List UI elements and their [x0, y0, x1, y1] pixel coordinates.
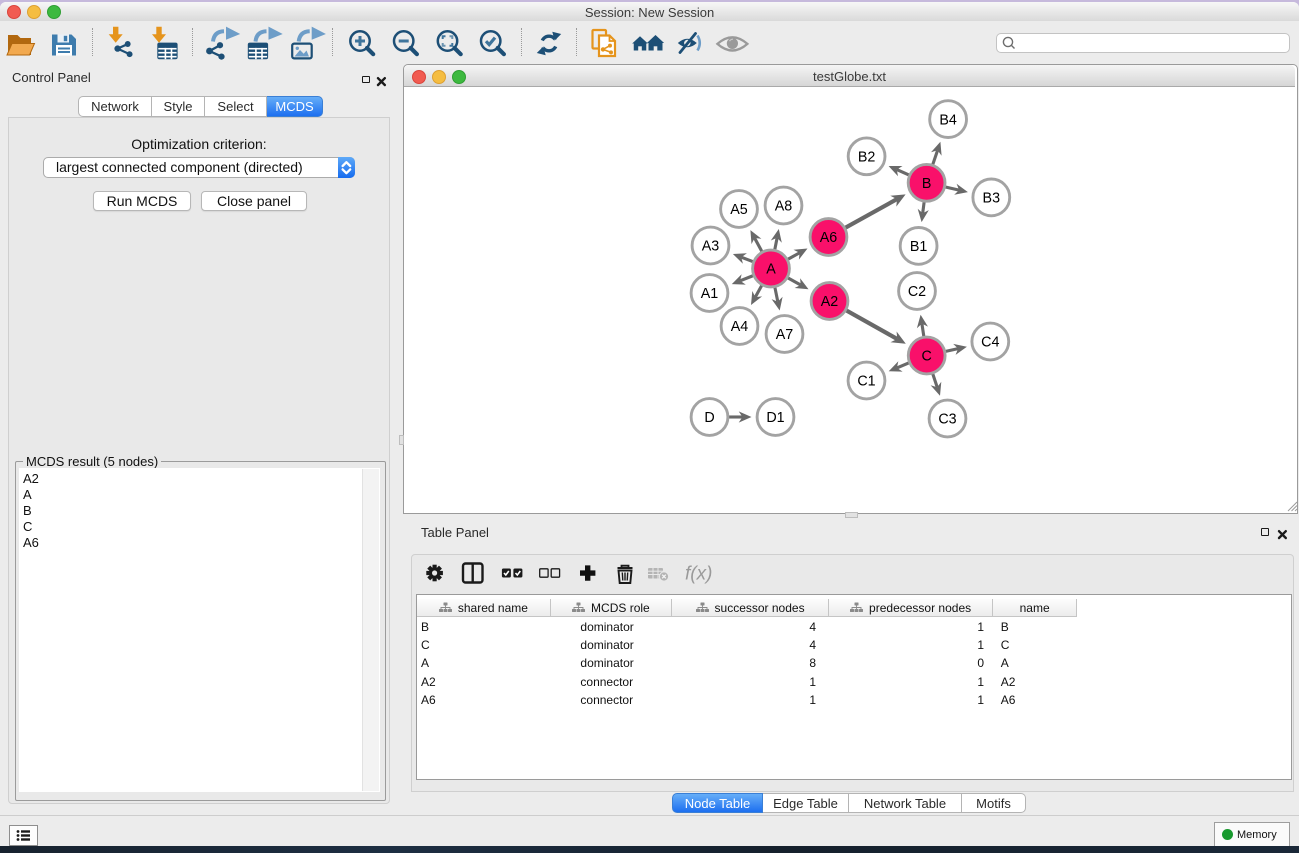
svg-text:A2: A2: [821, 294, 839, 310]
svg-text:D1: D1: [766, 410, 784, 426]
svg-text:B2: B2: [858, 150, 876, 166]
svg-text:C: C: [922, 349, 932, 365]
svg-text:A7: A7: [776, 327, 794, 343]
svg-text:A6: A6: [820, 230, 838, 246]
svg-text:A5: A5: [730, 202, 748, 218]
svg-text:A: A: [766, 262, 776, 278]
svg-text:A1: A1: [701, 286, 719, 302]
svg-text:C2: C2: [908, 284, 926, 300]
svg-text:C4: C4: [981, 335, 999, 351]
svg-text:A3: A3: [702, 239, 720, 255]
svg-text:B4: B4: [939, 112, 957, 128]
svg-text:A8: A8: [775, 199, 793, 215]
svg-text:A4: A4: [731, 319, 749, 335]
svg-text:C3: C3: [938, 412, 956, 428]
svg-text:f(x): f(x): [685, 564, 712, 585]
svg-text:D: D: [704, 410, 714, 426]
svg-text:B3: B3: [983, 191, 1001, 207]
svg-text:C1: C1: [857, 374, 875, 390]
svg-text:B: B: [922, 176, 932, 192]
svg-text:B1: B1: [910, 239, 928, 255]
